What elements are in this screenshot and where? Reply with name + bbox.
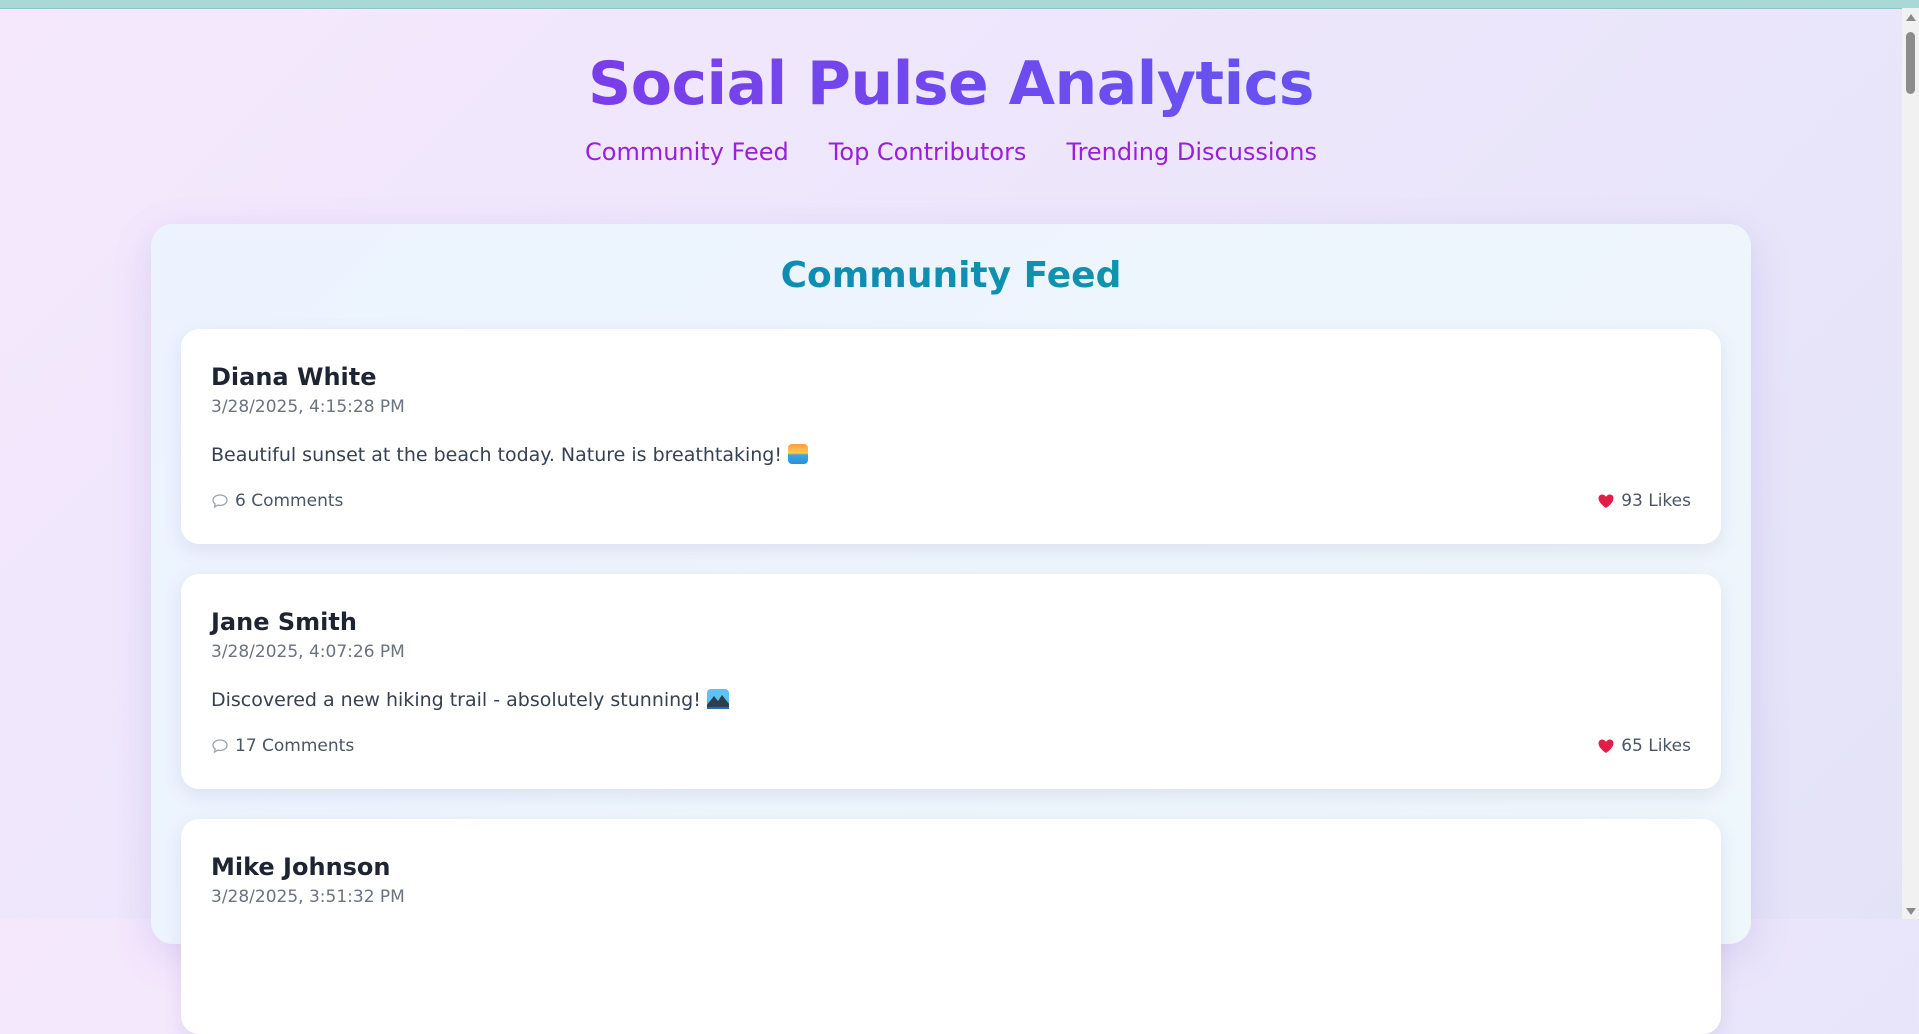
main-nav: Community Feed Top Contributors Trending…: [0, 138, 1902, 166]
post-timestamp: 3/28/2025, 4:07:26 PM: [211, 642, 405, 662]
comments-button[interactable]: 17 Comments: [211, 736, 354, 756]
post-card[interactable]: Jane Smith 3/28/2025, 4:07:26 PM Discove…: [181, 574, 1721, 789]
likes-count: 93 Likes: [1621, 491, 1691, 511]
post-content: Beautiful sunset at the beach today. Nat…: [211, 444, 808, 466]
sunset-emoji-icon: [787, 444, 808, 464]
like-button[interactable]: 65 Likes: [1597, 736, 1691, 756]
post-author[interactable]: Mike Johnson: [211, 853, 391, 881]
page-header: Social Pulse Analytics Community Feed To…: [0, 44, 1902, 166]
post-author[interactable]: Diana White: [211, 363, 377, 391]
community-feed-panel: Community Feed Diana White 3/28/2025, 4:…: [151, 224, 1751, 1034]
comments-count: 6 Comments: [235, 491, 344, 511]
likes-count: 65 Likes: [1621, 736, 1691, 756]
scroll-up-arrow-icon[interactable]: [1906, 14, 1916, 21]
post-card[interactable]: Mike Johnson 3/28/2025, 3:51:32 PM: [181, 819, 1721, 1034]
browser-top-strip: [0, 0, 1919, 9]
app-title: Social Pulse Analytics: [0, 44, 1902, 124]
post-content-text: Discovered a new hiking trail - absolute…: [211, 689, 701, 711]
post-timestamp: 3/28/2025, 4:15:28 PM: [211, 397, 405, 417]
post-card[interactable]: Diana White 3/28/2025, 4:15:28 PM Beauti…: [181, 329, 1721, 544]
scrollbar-thumb[interactable]: [1906, 32, 1915, 94]
comments-count: 17 Comments: [235, 736, 355, 756]
comment-icon: [211, 738, 229, 754]
post-author[interactable]: Jane Smith: [211, 608, 357, 636]
nav-link-community-feed[interactable]: Community Feed: [585, 138, 789, 166]
post-timestamp: 3/28/2025, 3:51:32 PM: [211, 887, 405, 907]
post-content: Discovered a new hiking trail - absolute…: [211, 689, 729, 711]
heart-icon: [1597, 493, 1615, 509]
like-button[interactable]: 93 Likes: [1597, 491, 1691, 511]
comment-icon: [211, 493, 229, 509]
post-content-text: Beautiful sunset at the beach today. Nat…: [211, 444, 782, 466]
nav-link-top-contributors[interactable]: Top Contributors: [829, 138, 1027, 166]
mountain-emoji-icon: [706, 689, 729, 709]
heart-icon: [1597, 738, 1615, 754]
nav-link-trending-discussions[interactable]: Trending Discussions: [1066, 138, 1317, 166]
comments-button[interactable]: 6 Comments: [211, 491, 343, 511]
page-scrollbar[interactable]: [1902, 8, 1919, 919]
feed-title: Community Feed: [151, 254, 1751, 298]
post-footer: 6 Comments 93 Likes: [211, 491, 1691, 515]
post-footer: 17 Comments 65 Likes: [211, 736, 1691, 760]
scroll-down-arrow-icon[interactable]: [1906, 908, 1916, 915]
